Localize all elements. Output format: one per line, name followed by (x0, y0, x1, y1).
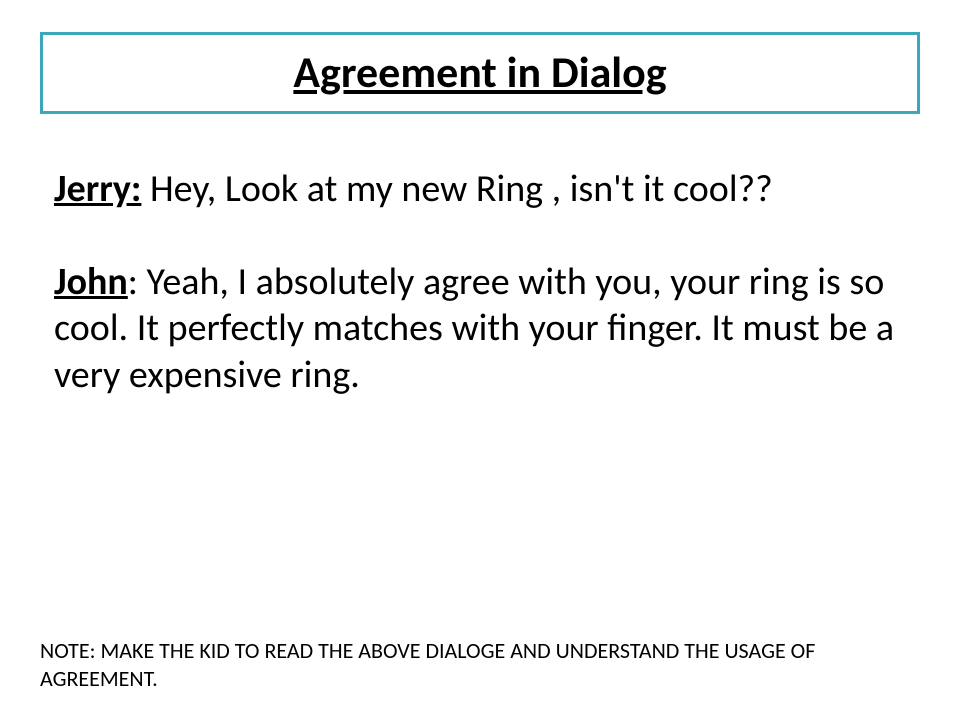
note-text: NOTE: MAKE THE KID TO READ THE ABOVE DIA… (40, 637, 920, 692)
dialog-line-jerry: Jerry: Hey, Look at my new Ring , isn't … (54, 166, 902, 213)
dialog-text-john: : Yeah, I absolutely agree with you, you… (54, 259, 894, 398)
speaker-john: John (54, 259, 128, 305)
dialog-line-john: John: Yeah, I absolutely agree with you,… (54, 259, 902, 399)
dialog-block: Jerry: Hey, Look at my new Ring , isn't … (40, 166, 920, 399)
dialog-text-jerry: Hey, Look at my new Ring , isn't it cool… (141, 166, 772, 212)
title-box: Agreement in Dialog (40, 32, 920, 114)
speaker-jerry: Jerry: (54, 166, 141, 212)
slide-title: Agreement in Dialog (43, 45, 917, 99)
